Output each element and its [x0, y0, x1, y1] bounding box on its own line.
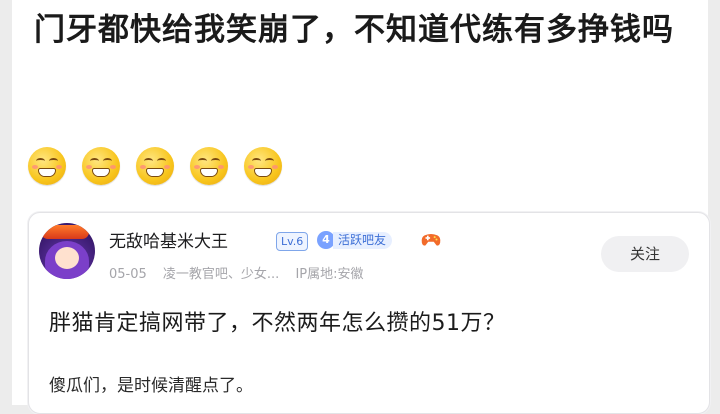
reply-content: 胖猫肯定搞网带了，不然两年怎么攒的51万？ — [49, 311, 506, 336]
reply-card[interactable]: 无敌哈基米大王 Lv.6 4 活跃吧友 05-05 凌一教官吧、少女... IP… — [28, 212, 710, 414]
follow-button[interactable]: 关注 — [601, 236, 689, 272]
emoji-row — [28, 147, 282, 185]
gamepad-icon — [421, 233, 441, 246]
reply-meta: 05-05 凌一教官吧、少女... IP属地:安徽 — [109, 263, 376, 282]
reply-content-secondary: 傻瓜们，是时候清醒点了。 — [49, 376, 253, 396]
post-page: 门牙都快给我笑崩了，不知道代练有多挣钱吗 无敌哈基米大王 Lv.6 4 活跃吧友… — [12, 0, 710, 414]
laughing-face-icon — [82, 147, 120, 185]
post-title: 门牙都快给我笑崩了，不知道代练有多挣钱吗 — [34, 12, 674, 48]
reply-communities[interactable]: 凌一教官吧、少女... — [163, 267, 279, 282]
level-badge: Lv.6 — [276, 232, 309, 251]
active-member-badge: 4 活跃吧友 — [317, 230, 393, 250]
laughing-face-icon — [28, 147, 66, 185]
laughing-face-icon — [190, 147, 228, 185]
active-badge-label: 活跃吧友 — [333, 231, 393, 249]
laughing-face-icon — [244, 147, 282, 185]
reply-date: 05-05 — [109, 267, 147, 282]
avatar[interactable] — [39, 223, 95, 279]
reply-username[interactable]: 无敌哈基米大王 — [109, 227, 228, 252]
ip-location: IP属地:安徽 — [295, 267, 364, 282]
laughing-face-icon — [136, 147, 174, 185]
